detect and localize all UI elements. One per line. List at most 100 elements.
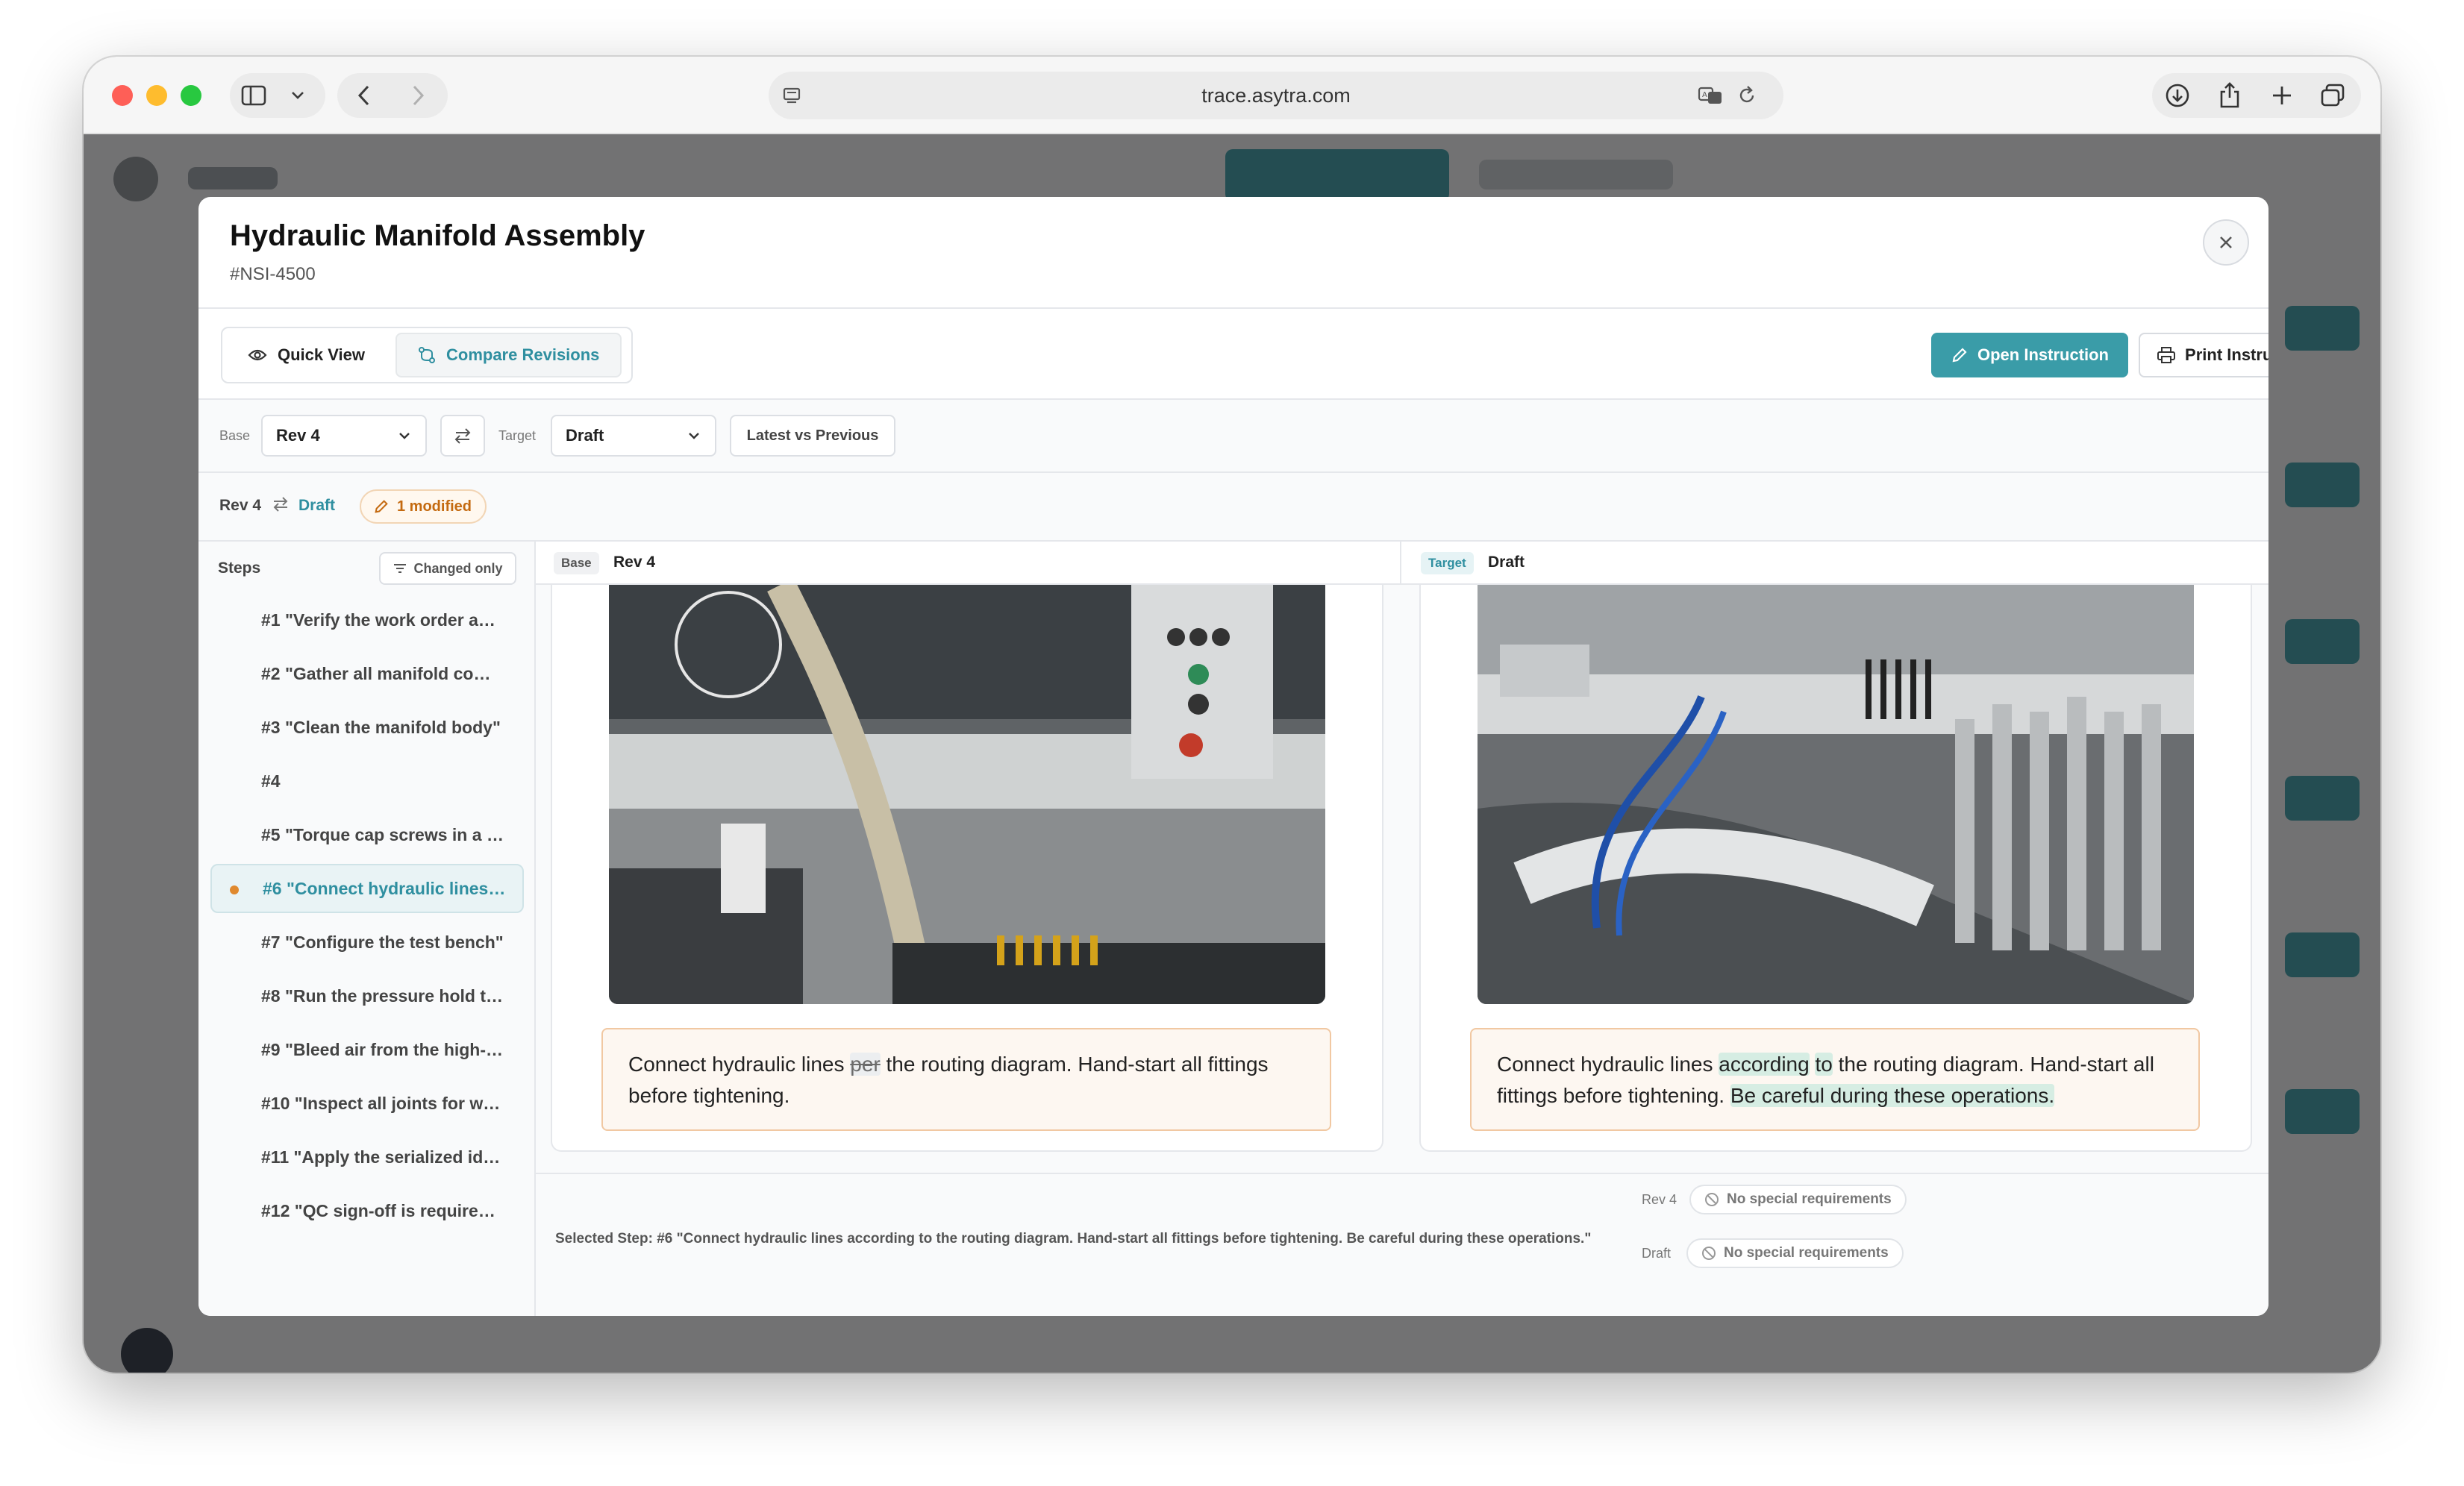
diff-summary: Rev 4 Draft 1 modified	[198, 473, 2268, 542]
modal-title: Hydraulic Manifold Assembly	[230, 219, 645, 252]
printer-icon	[2157, 347, 2176, 363]
tab-quick-view[interactable]: Quick View	[227, 333, 386, 377]
step-item[interactable]: #12 "QC sign-off is required before rele…	[210, 1186, 524, 1235]
base-revision-value: Rev 4	[276, 426, 320, 445]
step-label: #4	[261, 771, 281, 791]
open-instruction-button[interactable]: Open Instruction	[1931, 333, 2128, 377]
chevron-down-icon[interactable]	[287, 87, 309, 104]
target-step-card: Connect hydraulic lines according to the…	[1419, 585, 2252, 1152]
eye-icon	[248, 349, 267, 361]
url-text: trace.asytra.com	[1201, 84, 1351, 107]
base-step-photo	[609, 585, 1325, 1004]
zoom-window-button[interactable]	[181, 85, 201, 106]
step-item[interactable]: #8 "Run the pressure hold test"	[210, 971, 524, 1021]
tab-compare-label: Compare Revisions	[446, 345, 600, 364]
downloads-icon[interactable]	[2163, 82, 2192, 109]
changed-only-filter[interactable]: Changed only	[379, 552, 516, 585]
rev-requirements-text: No special requirements	[1727, 1191, 1892, 1207]
filter-icon	[394, 564, 407, 573]
sidebar-toggle-group	[230, 73, 325, 118]
step-label: #8 "Run the pressure hold test"	[261, 985, 504, 1006]
svg-text:A: A	[1702, 91, 1707, 99]
modal-header: Hydraulic Manifold Assembly #NSI-4500	[198, 197, 2268, 309]
open-instruction-label: Open Instruction	[1977, 345, 2109, 364]
rev-requirements-label: Rev 4	[1642, 1192, 1677, 1207]
new-tab-icon[interactable]	[2268, 82, 2295, 109]
step-item[interactable]: #7 "Configure the test bench"	[210, 918, 524, 967]
inserted-text: to	[1815, 1053, 1833, 1076]
minimize-window-button[interactable]	[146, 85, 167, 106]
base-tag: Base	[554, 552, 599, 574]
close-modal-button[interactable]	[2203, 219, 2249, 266]
base-step-card: Connect hydraulic lines per the routing …	[551, 585, 1383, 1152]
address-bar[interactable]: trace.asytra.com A	[769, 72, 1783, 119]
close-window-button[interactable]	[112, 85, 133, 106]
view-mode-toggle: Quick View Compare Revisions	[221, 327, 633, 383]
summary-target: Draft	[298, 497, 336, 514]
step-item[interactable]: #1 "Verify the work order and part numbe…	[210, 595, 524, 645]
chevron-down-icon	[689, 433, 699, 439]
modified-count-label: 1 modified	[397, 498, 472, 515]
print-instruction-label: Print Instruction	[2185, 345, 2268, 364]
share-icon[interactable]	[2215, 81, 2245, 110]
revision-selector-bar: Base Rev 4 Target Draft Latest vs Previo…	[198, 400, 2268, 473]
target-revision-select[interactable]: Draft	[551, 415, 716, 457]
modified-count-badge: 1 modified	[360, 489, 487, 524]
ban-icon	[1702, 1247, 1716, 1260]
ban-icon	[1705, 1193, 1719, 1206]
tab-compare-revisions[interactable]: Compare Revisions	[395, 333, 622, 377]
target-step-photo	[1478, 585, 2194, 1004]
step-label: #3 "Clean the manifold body"	[261, 717, 501, 737]
translate-icon[interactable]: A	[1697, 85, 1727, 106]
chevron-down-icon	[399, 433, 410, 439]
changed-only-label: Changed only	[413, 560, 503, 576]
inserted-text: Be careful during these operations.	[1730, 1084, 2055, 1107]
step-label: #12 "QC sign-off is required before rele…	[261, 1200, 504, 1220]
target-pane-header: Target Draft	[1401, 542, 2268, 585]
swap-icon	[454, 428, 471, 444]
step-item[interactable]: #5 "Torque cap screws in a star pattern"	[210, 810, 524, 859]
latest-vs-previous-button[interactable]: Latest vs Previous	[730, 415, 895, 457]
step-label: #10 "Inspect all joints for weeping"	[261, 1093, 504, 1113]
back-icon[interactable]	[351, 84, 378, 107]
base-step-text: Connect hydraulic lines per the routing …	[601, 1028, 1331, 1131]
draft-requirements-label: Draft	[1642, 1246, 1672, 1261]
reload-icon[interactable]	[1736, 84, 1758, 106]
step-item[interactable]: #4	[210, 756, 524, 806]
pencil-icon	[375, 500, 388, 513]
draft-requirements-text: No special requirements	[1724, 1245, 1889, 1261]
instruction-modal: Hydraulic Manifold Assembly #NSI-4500 Qu…	[198, 197, 2268, 1316]
base-text-before: Connect hydraulic lines	[628, 1053, 851, 1076]
step-item[interactable]: #10 "Inspect all joints for weeping"	[210, 1079, 524, 1128]
base-pane-header: Base Rev 4	[536, 542, 1401, 585]
modal-subtitle: #NSI-4500	[230, 264, 316, 284]
selected-step-text: Selected Step: #6 "Connect hydraulic lin…	[555, 1231, 1592, 1247]
step-label: #9 "Bleed air from the high-pressure cir…	[261, 1039, 504, 1059]
step-item-selected[interactable]: #6 "Connect hydraulic lines according to…	[210, 864, 524, 913]
base-revision-select[interactable]: Rev 4	[261, 415, 427, 457]
step-label: #6 "Connect hydraulic lines according to…	[263, 878, 506, 898]
step-label: #1 "Verify the work order and part numbe…	[261, 609, 504, 630]
step-label: #11 "Apply the serialized identification…	[261, 1147, 504, 1167]
browser-actions-group	[2152, 73, 2361, 118]
step-item[interactable]: #9 "Bleed air from the high-pressure cir…	[210, 1025, 524, 1074]
step-label: #2 "Gather all manifold components"	[261, 663, 504, 683]
print-instruction-button[interactable]: Print Instruction	[2139, 333, 2268, 377]
step-item[interactable]: #11 "Apply the serialized identification…	[210, 1132, 524, 1182]
steps-sidebar: Steps Changed only #1 "Verify the work o…	[198, 542, 536, 1316]
tab-overview-icon[interactable]	[2318, 82, 2348, 109]
base-pane: Connect hydraulic lines per the routing …	[536, 585, 1401, 1182]
target-revision-value: Draft	[566, 426, 604, 445]
sidebar-icon[interactable]	[240, 84, 267, 107]
step-item[interactable]: #3 "Clean the manifold body"	[210, 703, 524, 752]
forward-icon[interactable]	[404, 84, 431, 107]
summary-base: Rev 4	[219, 497, 262, 514]
target-label: Target	[498, 428, 537, 443]
inserted-text: according	[1719, 1053, 1810, 1076]
step-item[interactable]: #2 "Gather all manifold components"	[210, 649, 524, 698]
deleted-text: per	[850, 1053, 881, 1076]
target-pane-name: Draft	[1488, 554, 1525, 571]
swap-revisions-button[interactable]	[440, 415, 485, 457]
rev-requirements-pill: No special requirements	[1689, 1185, 1907, 1214]
base-label: Base	[219, 428, 251, 443]
